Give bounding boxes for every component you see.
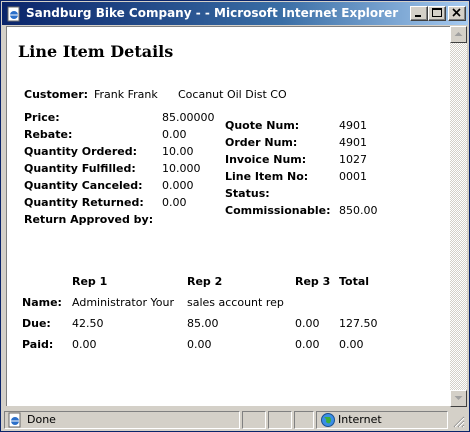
total-due: 127.50 [339,317,378,330]
maximize-button[interactable] [428,6,446,21]
quantity-canceled-label: Quantity Canceled: [24,179,143,192]
rep-paid-label: Paid: [22,338,54,351]
quantity-returned-label: Quantity Returned: [24,196,144,209]
customer-company: Cocanut Oil Dist CO [178,88,287,101]
return-approved-label: Return Approved by: [24,213,154,226]
ie-page-icon [6,6,22,22]
resize-grip[interactable] [452,415,465,431]
rep-3-header: Rep 3 [295,275,331,288]
commissionable-label: Commissionable: [225,204,331,217]
status-panel-3 [268,411,292,429]
rep-1-paid: 0.00 [72,338,97,351]
commissionable-value: 850.00 [339,204,378,217]
status-text: Done [27,413,56,426]
quantity-ordered-label: Quantity Ordered: [24,145,137,158]
rep-1-name: Administrator Your [72,296,174,309]
order-num-label: Order Num: [225,136,298,149]
rep-due-label: Due: [22,317,51,330]
zone-panel[interactable]: Internet [316,411,448,429]
price-value: 85.00000 [162,111,215,124]
rebate-label: Rebate: [24,128,73,141]
rep-2-paid: 0.00 [187,338,212,351]
vertical-scrollbar[interactable] [450,26,467,407]
status-label: Status: [225,187,270,200]
quantity-ordered-value: 10.00 [162,145,194,158]
page-done-icon [7,412,23,431]
browser-window: Sandburg Bike Company - - Microsoft Inte… [0,0,470,432]
scroll-down-button[interactable] [450,390,467,407]
title-bar[interactable]: Sandburg Bike Company - - Microsoft Inte… [2,2,468,25]
window-title: Sandburg Bike Company - - Microsoft Inte… [26,6,399,20]
rep-1-due: 42.50 [72,317,104,330]
rep-2-due: 85.00 [187,317,219,330]
invoice-num-value: 1027 [339,153,367,166]
price-label: Price: [24,111,60,124]
invoice-num-label: Invoice Num: [225,153,307,166]
status-panel-4 [294,411,314,429]
line-item-no-value: 0001 [339,170,367,183]
quantity-fulfilled-label: Quantity Fulfilled: [24,162,136,175]
rep-name-label: Name: [22,296,62,309]
minimize-button[interactable] [410,6,428,21]
rep-1-header: Rep 1 [72,275,108,288]
quote-num-value: 4901 [339,119,367,132]
total-header: Total [339,275,370,288]
rebate-value: 0.00 [162,128,187,141]
rep-2-header: Rep 2 [187,275,223,288]
quantity-canceled-value: 0.000 [162,179,194,192]
status-panel-2 [242,411,266,429]
scroll-up-button[interactable] [450,26,467,43]
quantity-fulfilled-value: 10.000 [162,162,201,175]
line-item-no-label: Line Item No: [225,170,309,183]
quote-num-label: Quote Num: [225,119,300,132]
page-title: Line Item Details [18,42,174,61]
rep-3-paid: 0.00 [295,338,320,351]
rep-3-due: 0.00 [295,317,320,330]
rep-2-name: sales account rep [187,296,284,309]
close-button[interactable] [448,6,466,21]
zone-text: Internet [338,413,382,426]
status-bar: Done Internet [2,409,468,431]
page-viewport: Line Item Details Customer: Frank Frank … [6,26,451,406]
status-panel: Done [4,411,240,429]
customer-label: Customer: [24,88,89,101]
quantity-returned-value: 0.00 [162,196,187,209]
customer-name: Frank Frank [94,88,158,101]
order-num-value: 4901 [339,136,367,149]
total-paid: 0.00 [339,338,364,351]
globe-icon [320,412,336,431]
